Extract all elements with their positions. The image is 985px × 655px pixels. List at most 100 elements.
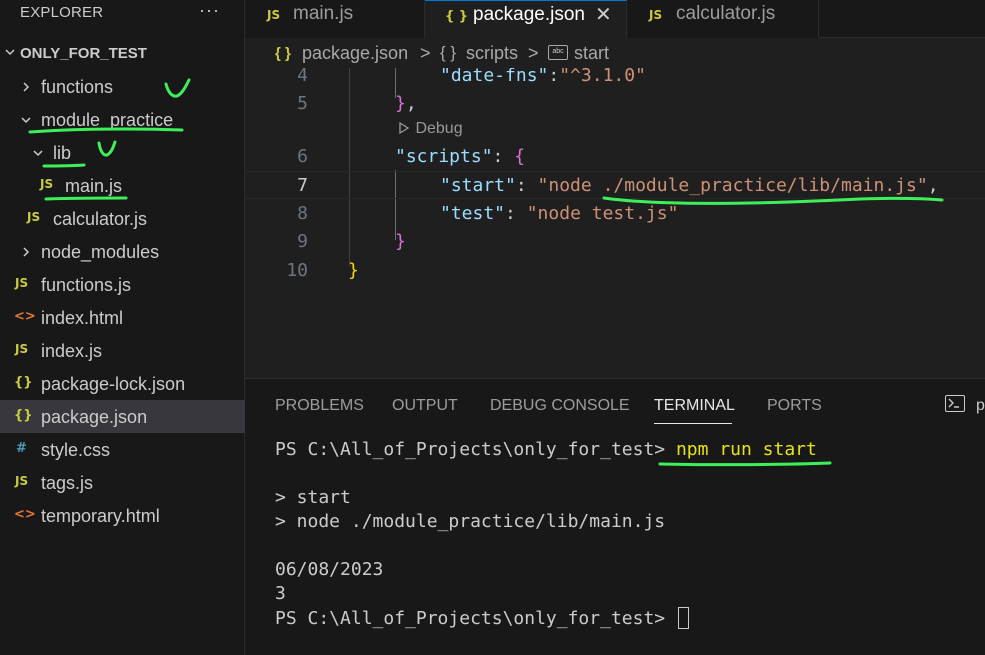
html-file-icon: <> (14, 309, 36, 324)
tree-item-label: module_practice (41, 110, 174, 130)
explorer-sidebar: EXPLORER ··· ONLY_FOR_TEST functions mod… (0, 0, 245, 655)
tree-file-functions-js[interactable]: JS functions.js (0, 268, 245, 301)
tab-debug-console[interactable]: DEBUG CONSOLE (490, 397, 630, 415)
editor-tab-bar: JS main.js { } package.json ✕ JS calcula… (245, 0, 985, 39)
json-file-icon: { } (445, 9, 469, 24)
tree-folder-module-practice[interactable]: module_practice (0, 103, 245, 136)
breadcrumb-file[interactable]: package.json (302, 43, 408, 64)
tab-label: package.json (473, 4, 585, 25)
workspace-section-header[interactable]: ONLY_FOR_TEST (0, 40, 245, 68)
tree-item-label: functions (41, 77, 114, 97)
explorer-title: EXPLORER (20, 4, 104, 21)
code-editor[interactable]: 4 "date-fns":"^3.1.0" 5 }, Debug 6 "scri… (245, 68, 985, 378)
debug-label: Debug (415, 120, 463, 137)
js-file-icon: JS (15, 276, 29, 290)
tree-item-label: package-lock.json (41, 374, 186, 394)
html-file-icon: <> (14, 507, 36, 522)
js-file-icon: JS (267, 8, 281, 22)
tree-folder-functions[interactable]: functions (0, 70, 245, 103)
json-file-icon: { } (275, 45, 291, 62)
terminal-cursor (677, 607, 689, 629)
chevron-right-icon (23, 247, 30, 257)
code-line-5: 5 }, (245, 90, 985, 118)
chevron-down-icon (21, 117, 31, 124)
tab-main-js[interactable]: JS main.js (245, 0, 425, 38)
active-tab-indicator (654, 423, 732, 424)
tree-item-label: style.css (41, 440, 111, 460)
terminal-prompt-icon (948, 398, 959, 408)
code-line-4: 4 "date-fns":"^3.1.0" (245, 68, 985, 90)
tree-folder-node-modules[interactable]: node_modules (0, 235, 245, 268)
tab-label: main.js (293, 3, 354, 24)
breadcrumb-start[interactable]: start (574, 43, 609, 64)
code-text: "test": "node test.js" (440, 203, 679, 224)
tab-ports[interactable]: PORTS (767, 397, 822, 415)
chevron-down-icon (33, 150, 43, 157)
tree-file-package-lock-json[interactable]: {} package-lock.json (0, 367, 245, 400)
tree-file-tags-js[interactable]: JS tags.js (0, 466, 245, 499)
terminal-command: npm run start (675, 439, 817, 460)
tree-file-index-html[interactable]: <> index.html (0, 301, 245, 334)
code-line-9: 9 } (245, 228, 985, 256)
terminal-prompt-line[interactable]: PS C:\All_of_Projects\only_for_test> (275, 607, 689, 629)
close-icon[interactable]: ✕ (595, 2, 612, 27)
tree-item-label: tags.js (41, 473, 94, 493)
terminal-name[interactable]: p (976, 397, 985, 415)
tree-item-label: lib (53, 143, 72, 163)
terminal-line: > start (275, 487, 351, 508)
tree-file-temporary-html[interactable]: <> temporary.html (0, 499, 245, 532)
chevron-down-icon (5, 49, 15, 56)
code-line-6: 6 "scripts": { (245, 143, 985, 171)
tree-file-main-js[interactable]: JS main.js (0, 169, 245, 202)
code-line-7: 7 "start": "node ./module_practice/lib/m… (245, 171, 985, 199)
code-line-8: 8 "test": "node test.js" (245, 200, 985, 228)
line-number: 5 (297, 93, 308, 114)
chevron-right-icon: > (420, 43, 431, 63)
terminal-icon[interactable] (945, 395, 965, 412)
tab-calculator-js[interactable]: JS calculator.js (627, 0, 819, 38)
tab-package-json[interactable]: { } package.json ✕ (425, 0, 627, 39)
string-property-icon: abc (548, 45, 568, 60)
terminal-line: > node ./module_practice/lib/main.js (275, 511, 666, 532)
tree-file-calculator-js[interactable]: JS calculator.js (0, 202, 245, 235)
play-icon (399, 121, 410, 135)
tree-item-label: calculator.js (53, 209, 148, 229)
line-number: 8 (297, 203, 308, 224)
tree-file-index-js[interactable]: JS index.js (0, 334, 245, 367)
tree-folder-lib[interactable]: lib (0, 136, 245, 169)
code-line-10: 10 } (245, 257, 985, 285)
breadcrumb-scripts[interactable]: scripts (466, 43, 518, 64)
tree-file-package-json[interactable]: {} package.json (0, 400, 245, 433)
line-number: 10 (286, 260, 308, 281)
code-text: "start": "node ./module_practice/lib/mai… (440, 175, 939, 196)
code-text: } (395, 231, 406, 252)
debug-codelens[interactable]: Debug (397, 120, 463, 138)
tree-item-label: functions.js (41, 275, 132, 295)
tree-item-label: node_modules (41, 242, 160, 262)
explorer-header: EXPLORER ··· (0, 0, 245, 26)
js-file-icon: JS (40, 177, 54, 191)
tab-terminal[interactable]: TERMINAL (654, 397, 735, 415)
tree-item-label: index.html (41, 308, 124, 328)
json-file-icon: {} (14, 375, 33, 390)
js-file-icon: JS (27, 210, 41, 224)
terminal-line: 06/08/2023 (275, 559, 384, 580)
more-actions-icon[interactable]: ··· (199, 0, 220, 21)
tree-file-style-css[interactable]: # style.css (0, 433, 245, 466)
terminal-line: 3 (275, 583, 286, 604)
line-number: 4 (297, 68, 308, 86)
bottom-panel: PROBLEMS OUTPUT DEBUG CONSOLE TERMINAL P… (245, 378, 985, 655)
tab-output[interactable]: OUTPUT (392, 397, 458, 415)
tree-item-label: temporary.html (41, 506, 160, 526)
code-text: }, (395, 93, 417, 114)
code-text: "date-fns":"^3.1.0" (440, 68, 646, 86)
js-file-icon: JS (649, 8, 663, 22)
tree-item-label: package.json (41, 407, 148, 427)
chevron-right-icon: > (528, 43, 539, 63)
js-file-icon: JS (15, 474, 29, 488)
line-number: 9 (297, 231, 308, 252)
tab-problems[interactable]: PROBLEMS (275, 397, 364, 415)
js-file-icon: JS (15, 342, 29, 356)
code-text: "scripts": { (395, 146, 526, 167)
tab-label: calculator.js (676, 3, 776, 24)
